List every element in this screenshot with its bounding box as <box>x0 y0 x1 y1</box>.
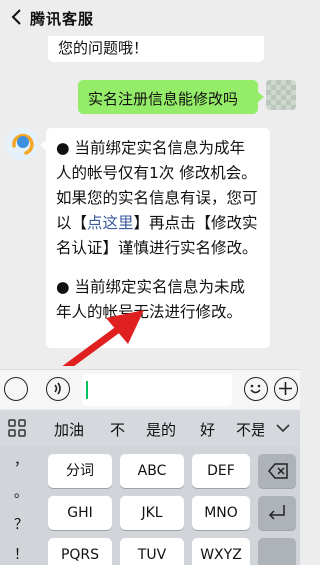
backspace-key[interactable] <box>258 454 296 488</box>
voice-icon[interactable] <box>46 377 70 401</box>
plus-icon[interactable] <box>274 377 298 401</box>
suggestion-item[interactable]: 加油 <box>54 419 84 440</box>
suggestion-item[interactable]: 不是 <box>236 419 264 440</box>
backspace-icon <box>268 463 288 479</box>
key-ghi[interactable]: GHI <box>48 496 112 530</box>
newline-key[interactable] <box>258 496 296 530</box>
keyboard: ， 。 ？ ！ 分词 ABC DEF GHI JKL MNO PQRS TUV … <box>0 446 300 565</box>
key-def[interactable]: DEF <box>192 454 250 488</box>
key-wxyz[interactable]: WXYZ <box>192 538 250 565</box>
user-avatar[interactable] <box>266 80 296 110</box>
voice-waves-icon <box>54 382 61 395</box>
bot-avatar[interactable] <box>6 128 38 160</box>
key-jkl[interactable]: JKL <box>120 496 184 530</box>
key-tuv[interactable]: TUV <box>120 538 184 565</box>
chat-title: 腾讯客服 <box>30 10 95 28</box>
punct-key[interactable]: ！ <box>6 544 36 564</box>
bot-message-previous: 您的问题哦！ <box>48 36 264 62</box>
send-key[interactable] <box>258 538 296 565</box>
key-mno[interactable]: MNO <box>192 496 250 530</box>
chat-header: 腾讯客服 <box>0 0 300 36</box>
tencent-service-logo-icon <box>7 129 37 159</box>
chevron-down-icon[interactable] <box>274 421 292 435</box>
mini-program-icon[interactable] <box>4 377 28 401</box>
suggestion-item[interactable]: 是的 <box>146 419 176 440</box>
user-message: 实名注册信息能修改吗 <box>78 80 264 114</box>
click-here-link[interactable]: 点这里 <box>87 214 134 232</box>
bot-message: ● 当前绑定实名信息为成年人的帐号仅有1次 修改机会。如果您的实名信息有误，您可… <box>40 128 270 348</box>
key-fenci[interactable]: 分词 <box>48 454 112 488</box>
emoji-icon[interactable] <box>244 377 268 401</box>
suggestion-bar: 加油 不 是的 好 不是 <box>0 410 300 446</box>
key-abc[interactable]: ABC <box>120 454 184 488</box>
bot-paragraph-adult: ● 当前绑定实名信息为成年人的帐号仅有1次 修改机会。如果您的实名信息有误，您可… <box>56 139 258 257</box>
key-pqrs[interactable]: PQRS <box>48 538 112 565</box>
message-input[interactable] <box>82 374 232 406</box>
suggestion-item[interactable]: 不 <box>110 419 125 440</box>
plus-sign-icon <box>279 382 292 395</box>
grid-menu-icon[interactable] <box>8 419 26 437</box>
input-bar <box>0 369 300 409</box>
text-caret <box>86 381 88 399</box>
enter-arrow-icon <box>268 505 285 520</box>
punct-key[interactable]: ？ <box>6 514 36 534</box>
punct-key[interactable]: ， <box>6 450 36 470</box>
back-icon[interactable] <box>6 6 28 28</box>
bot-paragraph-minor: ● 当前绑定实名信息为未成年人的帐号无法进行修改。 <box>56 278 245 321</box>
suggestion-item[interactable]: 好 <box>200 419 215 440</box>
punct-key[interactable]: 。 <box>6 482 36 502</box>
smile-face-icon <box>250 384 261 394</box>
message-list[interactable]: 您的问题哦！ 实名注册信息能修改吗 ● 当前绑定实名信息为成年人的帐号仅有1次 … <box>0 36 300 366</box>
